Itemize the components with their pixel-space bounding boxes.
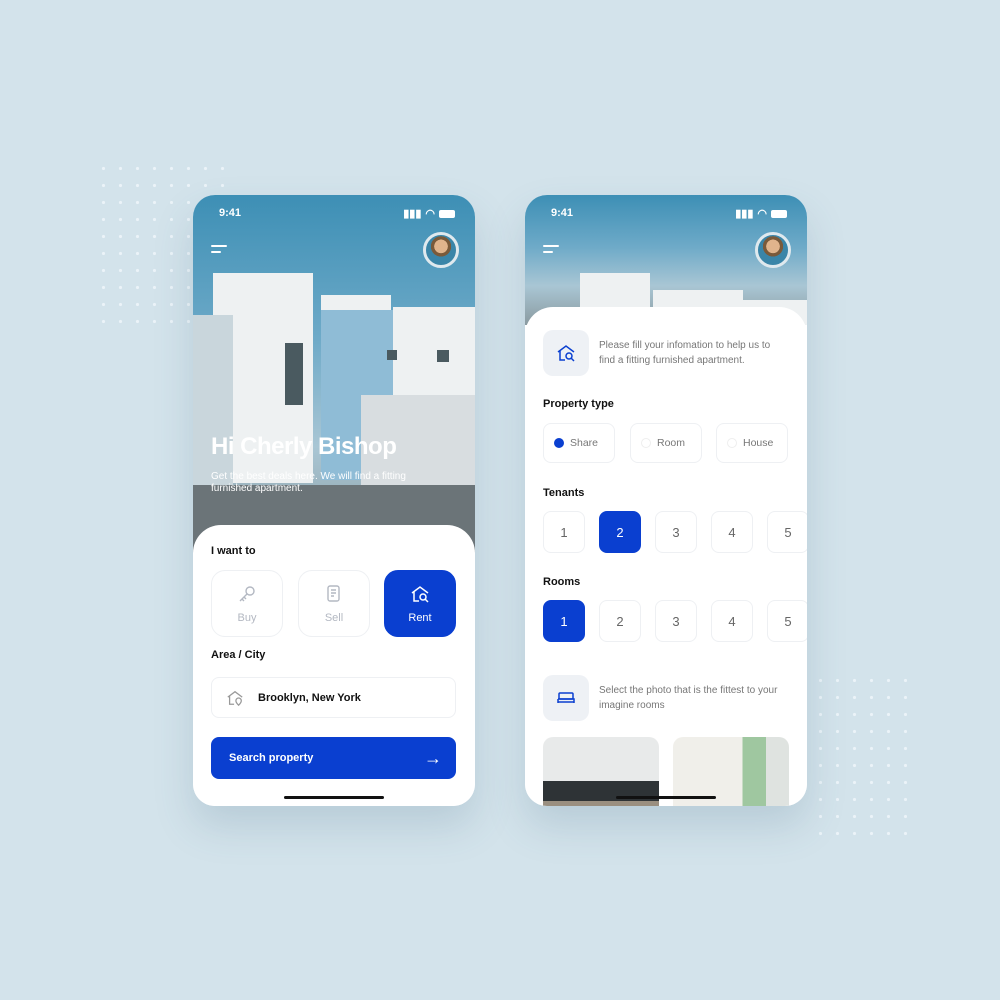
rooms-label: Rooms [543, 576, 581, 588]
radio [727, 438, 737, 448]
battery-icon [439, 209, 455, 218]
area-input[interactable]: Brooklyn, New York [211, 677, 456, 718]
signal-icon: ▮▮▮ [403, 208, 422, 220]
rooms-option-selected[interactable]: 1 [543, 600, 585, 642]
property-type-share[interactable]: Share [543, 423, 615, 463]
home-indicator [284, 796, 384, 799]
property-type-label: Property type [543, 398, 614, 410]
tenants-option[interactable]: 5 [767, 511, 807, 553]
rooms-option[interactable]: 5 [767, 600, 807, 642]
tenants-option[interactable]: 1 [543, 511, 585, 553]
form-card: Please fill your infomation to help us t… [525, 307, 807, 806]
greeting-title: Hi Cherly Bishop [211, 433, 397, 460]
option-label: Share [570, 437, 599, 449]
bed-icon [557, 692, 575, 703]
wifi-icon: ◠ [425, 208, 435, 220]
tenants-option[interactable]: 4 [711, 511, 753, 553]
photo-prompt: Select the photo that is the fittest to … [599, 685, 778, 711]
tenants-label: Tenants [543, 487, 585, 499]
intro-text: Please fill your infomation to help us t… [599, 340, 771, 366]
option-label: Room [657, 437, 686, 449]
option-label: Sell [324, 611, 344, 624]
house-search-icon [411, 585, 429, 603]
status-bar: 9:41 ▮▮▮ ◠ [551, 207, 787, 220]
location-house-icon [227, 690, 243, 706]
status-time: 9:41 [219, 207, 242, 219]
radio [641, 438, 651, 448]
rooms-option[interactable]: 4 [711, 600, 753, 642]
menu-icon[interactable] [211, 245, 227, 257]
menu-icon[interactable] [543, 245, 559, 257]
option-sell[interactable]: Sell [298, 570, 370, 637]
wifi-icon: ◠ [757, 208, 767, 220]
i-want-to-label: I want to [211, 545, 256, 557]
option-label: Buy [237, 611, 257, 624]
tenants-option-selected[interactable]: 2 [599, 511, 641, 553]
tenants-option[interactable]: 3 [655, 511, 697, 553]
area-value: Brooklyn, New York [258, 691, 361, 704]
key-icon [239, 585, 255, 601]
avatar[interactable] [423, 232, 459, 268]
battery-icon [771, 209, 787, 218]
house-search-icon [557, 345, 575, 362]
search-button-label: Search property [229, 752, 314, 764]
signal-icon: ▮▮▮ [735, 208, 754, 220]
form-screen: 9:41 ▮▮▮ ◠ Please fill your infomation to… [525, 195, 807, 806]
search-card: I want to Buy Sell Rent Area / City Broo… [193, 525, 475, 806]
arrow-right-icon: → [424, 747, 442, 768]
avatar[interactable] [755, 232, 791, 268]
property-type-room[interactable]: Room [630, 423, 702, 463]
status-bar: 9:41 ▮▮▮ ◠ [219, 207, 455, 220]
radio-selected [554, 438, 564, 448]
status-time: 9:41 [551, 207, 574, 219]
photo-icon-box [543, 675, 589, 721]
greeting-subtitle: Get the best deals here. We will find a … [211, 471, 406, 494]
home-indicator [616, 796, 716, 799]
option-label: House [743, 437, 774, 449]
document-icon [327, 584, 340, 602]
search-property-button[interactable]: Search property → [211, 737, 456, 779]
option-label: Rent [408, 611, 432, 624]
decor-dots [812, 672, 907, 842]
area-label: Area / City [211, 649, 266, 661]
home-screen: 9:41 ▮▮▮ ◠ Hi Cherly Bishop Get the best … [193, 195, 475, 806]
option-rent[interactable]: Rent [384, 570, 456, 637]
intro-icon-box [543, 330, 589, 376]
rooms-option[interactable]: 3 [655, 600, 697, 642]
option-buy[interactable]: Buy [211, 570, 283, 637]
property-type-house[interactable]: House [716, 423, 788, 463]
rooms-option[interactable]: 2 [599, 600, 641, 642]
